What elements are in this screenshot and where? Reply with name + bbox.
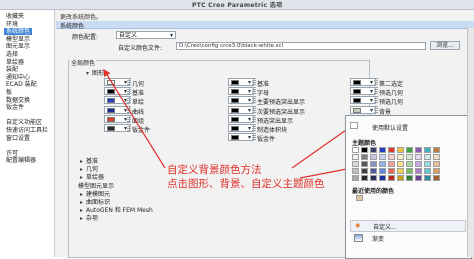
gradient-option[interactable]: 渐变 [350, 233, 464, 243]
theme-color-swatch[interactable] [433, 175, 440, 181]
theme-color-swatch[interactable] [361, 147, 368, 153]
theme-color-swatch[interactable] [415, 175, 422, 181]
theme-color-swatch[interactable] [388, 168, 395, 174]
theme-color-swatch[interactable] [415, 161, 422, 167]
color-picker-popup: 使用默认设置 主题颜色 最近使用的颜色 ◉ 自定义... 渐变 [345, 115, 472, 259]
theme-color-swatch[interactable] [406, 154, 413, 160]
default-swatch [350, 122, 358, 129]
theme-color-swatch[interactable] [388, 154, 395, 160]
theme-color-swatch[interactable] [406, 147, 413, 153]
theme-color-swatch[interactable] [370, 168, 377, 174]
theme-color-swatch[interactable] [397, 175, 404, 181]
custom-option[interactable]: ◉ 自定义... [350, 220, 466, 232]
theme-color-swatch[interactable] [352, 154, 359, 160]
use-default-option[interactable]: 使用默认设置 [372, 123, 408, 132]
theme-color-swatch[interactable] [388, 175, 395, 181]
theme-color-swatch[interactable] [397, 147, 404, 153]
palette-icon: ◉ [355, 222, 361, 229]
theme-color-swatch[interactable] [379, 175, 386, 181]
theme-color-swatch[interactable] [406, 161, 413, 167]
theme-color-swatch[interactable] [370, 175, 377, 181]
arrow-to-graphics [103, 68, 166, 169]
theme-color-swatch[interactable] [415, 147, 422, 153]
theme-color-swatch[interactable] [370, 147, 377, 153]
gradient-label: 渐变 [372, 236, 385, 243]
theme-color-swatch[interactable] [352, 147, 359, 153]
vertical-scrollbar[interactable] [467, 28, 474, 257]
theme-color-swatch[interactable] [379, 168, 386, 174]
theme-color-swatch[interactable] [352, 161, 359, 167]
recent-colors-label: 最近使用的颜色 [352, 188, 395, 195]
theme-color-swatch[interactable] [415, 168, 422, 174]
theme-color-swatch[interactable] [433, 168, 440, 174]
theme-color-swatch[interactable] [388, 147, 395, 153]
theme-color-swatch[interactable] [361, 154, 368, 160]
theme-color-swatch[interactable] [424, 154, 431, 160]
theme-color-swatch[interactable] [379, 161, 386, 167]
theme-color-swatch[interactable] [361, 175, 368, 181]
theme-color-swatch[interactable] [406, 168, 413, 174]
theme-color-swatch[interactable] [433, 161, 440, 167]
theme-color-swatch[interactable] [352, 168, 359, 174]
theme-color-swatch[interactable] [379, 147, 386, 153]
theme-color-swatch[interactable] [424, 161, 431, 167]
theme-color-swatch[interactable] [424, 168, 431, 174]
theme-color-swatch[interactable] [424, 147, 431, 153]
theme-color-swatch[interactable] [361, 161, 368, 167]
theme-color-swatch[interactable] [379, 154, 386, 160]
theme-color-swatch[interactable] [370, 154, 377, 160]
theme-color-swatch[interactable] [433, 147, 440, 153]
theme-color-swatch[interactable] [433, 154, 440, 160]
gradient-icon [354, 234, 363, 242]
theme-color-swatch[interactable] [406, 175, 413, 181]
theme-color-swatch[interactable] [424, 175, 431, 181]
theme-color-swatch[interactable] [397, 154, 404, 160]
theme-color-swatch[interactable] [397, 161, 404, 167]
theme-color-swatch[interactable] [361, 168, 368, 174]
theme-colors-label: 主题颜色 [352, 140, 377, 147]
theme-color-swatch[interactable] [415, 154, 422, 160]
recent-color-swatch[interactable] [356, 195, 363, 201]
theme-color-swatch[interactable] [397, 168, 404, 174]
custom-label: 自定义... [373, 224, 397, 231]
theme-color-swatch[interactable] [352, 175, 359, 181]
theme-color-swatch[interactable] [370, 161, 377, 167]
theme-color-swatch[interactable] [388, 161, 395, 167]
